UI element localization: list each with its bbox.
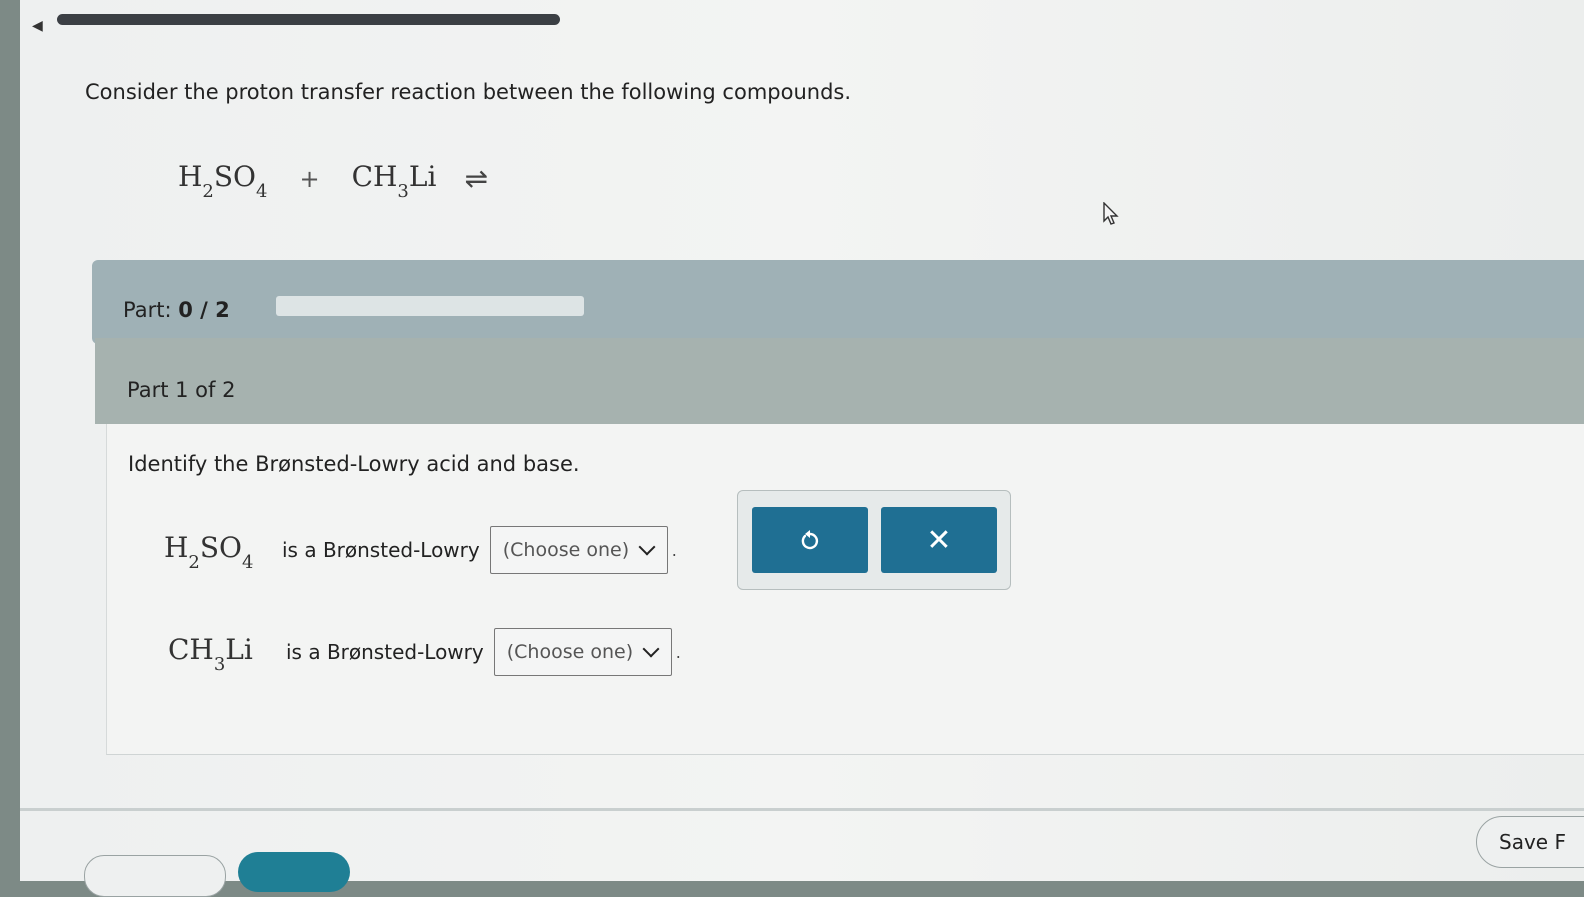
- row-label: is a Brønsted-Lowry: [282, 538, 480, 562]
- row-label: is a Brønsted-Lowry: [286, 640, 484, 664]
- period: .: [675, 642, 681, 662]
- choose-one-dropdown[interactable]: (Choose one): [489, 526, 668, 574]
- dropdown-value: (Choose one): [502, 539, 630, 561]
- part-header-label: Part 1 of 2: [127, 378, 236, 402]
- action-button-panel: ✕: [737, 490, 1011, 590]
- footer-button-primary[interactable]: [238, 852, 350, 892]
- chevron-down-icon: [642, 640, 660, 658]
- answer-row-base: CH3Li is a Brønsted-Lowry (Choose one) .: [168, 628, 681, 676]
- question-text: Identify the Brønsted-Lowry acid and bas…: [128, 452, 580, 476]
- mouse-cursor-icon: [1103, 202, 1119, 225]
- answer-row-acid: H2SO4 is a Brønsted-Lowry (Choose one) .: [164, 526, 677, 574]
- reactant-h2so4: H2SO4: [178, 160, 268, 202]
- reactant-ch3li: CH3Li: [351, 160, 437, 202]
- footer-divider: [20, 808, 1584, 811]
- period: .: [671, 540, 677, 560]
- prompt-text: Consider the proton transfer reaction be…: [85, 80, 852, 104]
- undo-icon: [801, 530, 819, 550]
- footer-button-left[interactable]: [84, 855, 226, 897]
- part-progress-bar: Part: 0 / 2: [92, 260, 1584, 344]
- page: ◀ Consider the proton transfer reaction …: [20, 0, 1584, 897]
- reaction-equation: H2SO4 + CH3Li ⇌: [178, 160, 488, 202]
- equilibrium-arrow-icon: ⇌: [464, 162, 488, 196]
- part-progress-track: [276, 296, 584, 316]
- back-arrow-icon[interactable]: ◀: [32, 18, 43, 34]
- clear-button[interactable]: ✕: [881, 507, 997, 573]
- part-header[interactable]: Part 1 of 2: [95, 338, 1584, 424]
- dropdown-value: (Choose one): [506, 641, 634, 663]
- close-icon: ✕: [926, 522, 952, 558]
- part-progress-label: Part: 0 / 2: [123, 298, 230, 322]
- compound-h2so4: H2SO4: [164, 531, 254, 573]
- plus-sign: +: [299, 164, 320, 193]
- save-button[interactable]: Save F: [1476, 816, 1584, 868]
- choose-one-dropdown[interactable]: (Choose one): [493, 628, 672, 676]
- undo-button[interactable]: [752, 507, 868, 573]
- top-progress-bar: [57, 14, 560, 25]
- compound-ch3li: CH3Li: [168, 633, 253, 675]
- chevron-down-icon: [638, 538, 656, 556]
